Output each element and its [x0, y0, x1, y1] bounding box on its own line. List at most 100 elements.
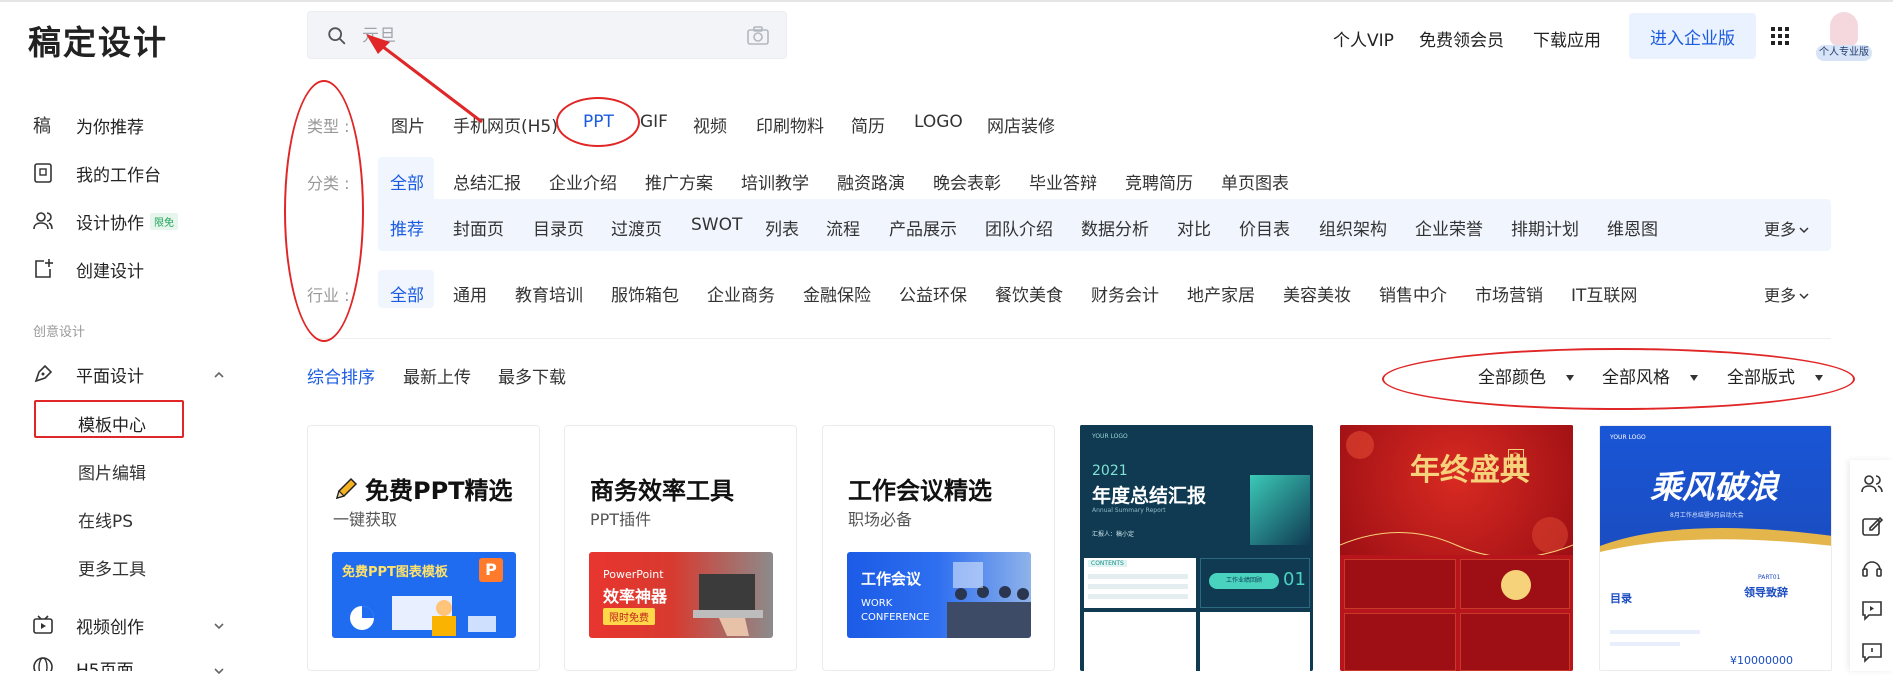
community-icon[interactable] — [1860, 472, 1884, 496]
template-reporter: 汇报人：稿小定 — [1092, 531, 1135, 538]
nav-free-member[interactable]: 免费领会员 — [1419, 26, 1504, 51]
category-promo[interactable]: 推广方案 — [645, 169, 713, 194]
subcategory-product[interactable]: 产品展示 — [889, 215, 957, 240]
contents-label: CONTENTS — [1088, 560, 1127, 567]
sidebar-item-workspace[interactable]: 我的工作台 — [32, 158, 161, 188]
template-annual-gala[interactable]: 年终盛典 2 — [1340, 425, 1573, 671]
subcategory-more[interactable]: 更多 — [1764, 216, 1810, 240]
industry-realestate[interactable]: 地产家居 — [1187, 281, 1255, 306]
category-company[interactable]: 企业介绍 — [549, 169, 617, 194]
sidebar-item-video[interactable]: 视频创作 — [32, 610, 144, 640]
subcategory-org[interactable]: 组织架构 — [1319, 215, 1387, 240]
nav-vip[interactable]: 个人VIP — [1333, 26, 1394, 51]
sidebar-sub-more-tools[interactable]: 更多工具 — [78, 555, 146, 580]
subcategory-list[interactable]: 列表 — [765, 215, 799, 240]
logo[interactable]: 稿定设计 — [28, 16, 168, 64]
template-title: 乘风破浪 — [1650, 468, 1779, 506]
sort-most-downloaded[interactable]: 最多下载 — [498, 363, 566, 388]
category-campaign[interactable]: 竞聘简历 — [1125, 169, 1193, 194]
industry-environment[interactable]: 公益环保 — [899, 281, 967, 306]
type-resume[interactable]: 简历 — [851, 112, 885, 137]
sidebar-sub-image-edit[interactable]: 图片编辑 — [78, 459, 146, 484]
banner-line2: WORK — [861, 598, 893, 609]
category-chart[interactable]: 单页图表 — [1221, 169, 1289, 194]
type-video[interactable]: 视频 — [693, 112, 727, 137]
subcategory-compare[interactable]: 对比 — [1177, 215, 1211, 240]
sidebar-item-recommend[interactable]: 稿 为你推荐 — [32, 110, 144, 140]
camera-icon[interactable] — [746, 25, 770, 47]
industry-fashion[interactable]: 服饰箱包 — [611, 281, 679, 306]
industry-accounting[interactable]: 财务会计 — [1091, 281, 1159, 306]
headset-icon[interactable] — [1860, 556, 1884, 580]
free-badge: 限免 — [150, 212, 178, 230]
chevron-down-icon[interactable] — [212, 619, 226, 633]
type-logo[interactable]: LOGO — [914, 112, 963, 132]
industry-food[interactable]: 餐饮美食 — [995, 281, 1063, 306]
subcategory-toc[interactable]: 目录页 — [533, 215, 584, 240]
avatar-image — [1830, 12, 1858, 46]
feedback-icon[interactable] — [1860, 598, 1884, 622]
industry-all[interactable]: 全部 — [390, 281, 424, 306]
industry-more[interactable]: 更多 — [1764, 282, 1810, 306]
industry-marketing[interactable]: 市场营销 — [1475, 281, 1543, 306]
subcategory-team[interactable]: 团队介绍 — [985, 215, 1053, 240]
enterprise-button[interactable]: 进入企业版 — [1629, 13, 1756, 59]
industry-finance[interactable]: 金融保险 — [803, 281, 871, 306]
industry-sales[interactable]: 销售中介 — [1379, 281, 1447, 306]
subcategory-cover[interactable]: 封面页 — [453, 215, 504, 240]
subcategory-recommend[interactable]: 推荐 — [390, 215, 424, 240]
promo-card-free-ppt[interactable]: 免费PPT精选 一键获取 免费PPT图表模板 P — [307, 425, 540, 671]
type-shop[interactable]: 网店装修 — [987, 112, 1055, 137]
sidebar-item-h5[interactable]: H5页面 — [32, 656, 134, 671]
template-slide — [1344, 613, 1456, 671]
subcategory-swot[interactable]: SWOT — [691, 215, 742, 235]
subcategory-price[interactable]: 价目表 — [1239, 215, 1290, 240]
sort-comprehensive[interactable]: 综合排序 — [307, 363, 375, 388]
industry-general[interactable]: 通用 — [453, 281, 487, 306]
chevron-up-icon[interactable] — [212, 368, 226, 382]
sort-newest[interactable]: 最新上传 — [403, 363, 471, 388]
message-icon[interactable] — [1860, 640, 1884, 664]
sidebar-item-collab[interactable]: 设计协作 限免 — [32, 206, 178, 236]
section-item: 工作业绩回顾 — [1209, 573, 1279, 589]
industry-education[interactable]: 教育培训 — [515, 281, 583, 306]
workspace-icon — [34, 163, 52, 183]
sidebar-sub-online-ps[interactable]: 在线PS — [78, 507, 133, 532]
category-training[interactable]: 培训教学 — [741, 169, 809, 194]
avatar[interactable]: 个人专业版 — [1816, 12, 1872, 62]
subcategory-flow[interactable]: 流程 — [826, 215, 860, 240]
template-section-slide: 工作业绩回顾 01 — [1200, 558, 1310, 608]
category-party[interactable]: 晚会表彰 — [933, 169, 1001, 194]
industry-beauty[interactable]: 美容美妆 — [1283, 281, 1351, 306]
category-all[interactable]: 全部 — [390, 169, 424, 194]
subcategory-venn[interactable]: 维恩图 — [1607, 215, 1658, 240]
template-ride-wind[interactable]: YOUR LOGO 乘风破浪 8月工作总结暨9月启动大会 目录 PART01 领… — [1599, 425, 1832, 671]
chevron-down-icon[interactable] — [212, 664, 226, 678]
promo-card-business-tools[interactable]: 商务效率工具 PPT插件 PowerPoint 效率神器 限时免费 — [564, 425, 797, 671]
section-num: 01 — [1283, 569, 1306, 590]
illustration-icon — [350, 596, 496, 636]
search-icon[interactable] — [326, 25, 348, 47]
apps-grid-icon[interactable] — [1770, 26, 1790, 46]
sidebar-item-graphic[interactable]: 平面设计 — [32, 359, 144, 389]
subcategory-transition[interactable]: 过渡页 — [611, 215, 662, 240]
industry-it[interactable]: IT互联网 — [1571, 281, 1637, 306]
category-roadshow[interactable]: 融资路演 — [837, 169, 905, 194]
promo-card-meeting[interactable]: 工作会议精选 职场必备 工作会议 WORK CONFERENCE — [822, 425, 1055, 671]
subcategory-schedule[interactable]: 排期计划 — [1511, 215, 1579, 240]
subcategory-data[interactable]: 数据分析 — [1081, 215, 1149, 240]
industry-business[interactable]: 企业商务 — [707, 281, 775, 306]
edit-icon[interactable] — [1860, 514, 1884, 538]
template-annual-summary[interactable]: YOUR LOGO 2021 年度总结汇报 Annual Summary Rep… — [1080, 425, 1313, 671]
subcategory-honor[interactable]: 企业荣誉 — [1415, 215, 1483, 240]
more-label: 更多 — [1764, 286, 1797, 305]
nav-download-app[interactable]: 下载应用 — [1533, 26, 1601, 51]
category-defense[interactable]: 毕业答辩 — [1029, 169, 1097, 194]
banner-line1: PowerPoint — [603, 568, 664, 581]
sidebar-item-create[interactable]: 创建设计 — [32, 254, 144, 284]
type-gif[interactable]: GIF — [640, 112, 668, 132]
gaoding-icon: 稿 — [33, 116, 51, 136]
users-icon — [33, 212, 53, 230]
type-print[interactable]: 印刷物料 — [756, 112, 824, 137]
category-summary[interactable]: 总结汇报 — [453, 169, 521, 194]
